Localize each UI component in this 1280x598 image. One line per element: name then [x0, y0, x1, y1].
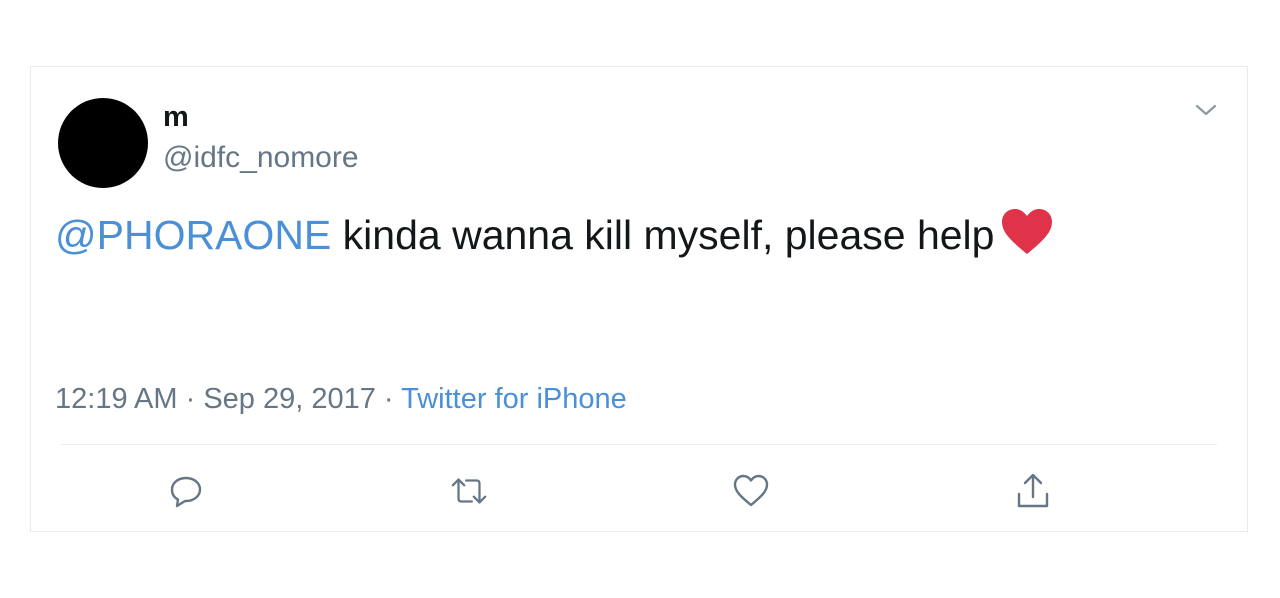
- tweet-date[interactable]: Sep 29, 2017: [203, 383, 376, 415]
- divider: [61, 444, 1217, 445]
- reply-icon[interactable]: [166, 471, 206, 511]
- mention-link[interactable]: @PHORAONE: [55, 212, 331, 258]
- red-heart-emoji-icon: [1000, 208, 1054, 270]
- tweet-meta: 12:19 AM · Sep 29, 2017 · Twitter for iP…: [55, 381, 627, 417]
- share-icon[interactable]: [1013, 471, 1053, 511]
- retweet-icon[interactable]: [449, 471, 489, 511]
- tweet-source-link[interactable]: Twitter for iPhone: [401, 383, 627, 415]
- heart-icon[interactable]: [731, 471, 771, 511]
- tweet-text: @PHORAONE kinda wanna kill myself, pleas…: [55, 207, 1054, 270]
- meta-separator: ·: [177, 383, 204, 415]
- user-handle[interactable]: @idfc_nomore: [163, 139, 359, 177]
- avatar[interactable]: [58, 98, 148, 188]
- tweet-body: kinda wanna kill myself, please help: [331, 212, 995, 258]
- tweet-time[interactable]: 12:19 AM: [55, 383, 178, 415]
- meta-separator: ·: [375, 383, 402, 415]
- display-name[interactable]: m: [163, 99, 189, 135]
- tweet-card: m @idfc_nomore @PHORAONE kinda wanna kil…: [30, 66, 1248, 532]
- chevron-down-icon[interactable]: [1191, 95, 1221, 125]
